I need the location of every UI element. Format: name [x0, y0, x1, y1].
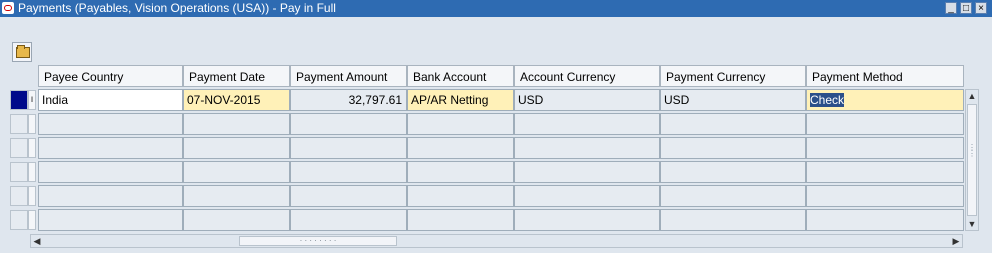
payment-amount-field[interactable] [290, 137, 407, 159]
column-header-account-currency[interactable]: Account Currency [514, 65, 660, 87]
payment-method-field[interactable]: Check [806, 89, 964, 111]
column-header-payee-country[interactable]: Payee Country [38, 65, 183, 87]
payment-method-field[interactable] [806, 209, 964, 231]
vertical-scrollbar[interactable]: ▲ ▼ [965, 89, 979, 231]
row-selector[interactable] [10, 138, 28, 158]
scroll-down-icon[interactable]: ▼ [967, 218, 977, 230]
scroll-up-icon[interactable]: ▲ [967, 90, 977, 102]
column-header-bank-account[interactable]: Bank Account [407, 65, 514, 87]
window-titlebar[interactable]: Payments (Payables, Vision Operations (U… [0, 0, 992, 17]
row-overflow-indicator [28, 186, 36, 206]
bank-account-field[interactable] [407, 161, 514, 183]
account-currency-field[interactable] [514, 137, 660, 159]
row-overflow-indicator [28, 162, 36, 182]
payment-method-selected-text: Check [810, 93, 845, 107]
payee-country-field[interactable] [38, 185, 183, 207]
column-header-payment-currency[interactable]: Payment Currency [660, 65, 806, 87]
payment-amount-field[interactable] [290, 209, 407, 231]
row-selector[interactable] [10, 186, 28, 206]
scroll-right-icon[interactable]: ▶ [950, 235, 962, 247]
payee-country-field[interactable]: India [38, 89, 183, 111]
vertical-grip-icon: ⋮ ⋮ [968, 143, 976, 158]
payee-country-field[interactable] [38, 113, 183, 135]
payment-method-field[interactable] [806, 185, 964, 207]
bank-account-field[interactable] [407, 185, 514, 207]
payment-currency-field[interactable] [660, 209, 806, 231]
payment-amount-field[interactable]: 32,797.61 [290, 89, 407, 111]
maximize-button[interactable]: □ [960, 2, 972, 14]
account-currency-field[interactable] [514, 185, 660, 207]
account-currency-field[interactable] [514, 113, 660, 135]
payment-method-field[interactable] [806, 113, 964, 135]
bank-account-field[interactable] [407, 209, 514, 231]
bank-account-field[interactable]: AP/AR Netting [407, 89, 514, 111]
payment-date-field[interactable] [183, 161, 290, 183]
column-header-payment-date[interactable]: Payment Date [183, 65, 290, 87]
payment-currency-field[interactable] [660, 113, 806, 135]
close-button[interactable]: × [975, 2, 987, 14]
bank-account-field[interactable] [407, 113, 514, 135]
payment-currency-field[interactable] [660, 161, 806, 183]
payment-method-field[interactable] [806, 137, 964, 159]
row-selector-current[interactable] [10, 90, 28, 110]
account-currency-field[interactable] [514, 161, 660, 183]
payment-date-field[interactable]: 07-NOV-2015 [183, 89, 290, 111]
payee-country-field[interactable] [38, 137, 183, 159]
column-header-payment-method[interactable]: Payment Method [806, 65, 964, 87]
bank-account-field[interactable] [407, 137, 514, 159]
minimize-button[interactable]: _ [945, 2, 957, 14]
payee-country-field[interactable] [38, 209, 183, 231]
payment-currency-field[interactable]: USD [660, 89, 806, 111]
row-overflow-indicator [28, 114, 36, 134]
payment-date-field[interactable] [183, 137, 290, 159]
row-overflow-indicator: ı [28, 90, 36, 110]
scroll-left-icon[interactable]: ◀ [31, 235, 43, 247]
payment-method-field[interactable] [806, 161, 964, 183]
row-selector[interactable] [10, 162, 28, 182]
window-title: Payments (Payables, Vision Operations (U… [18, 1, 336, 15]
column-header-payment-amount[interactable]: Payment Amount [290, 65, 407, 87]
payment-currency-field[interactable] [660, 137, 806, 159]
horizontal-grip-icon: · · · · · · · · [299, 236, 337, 245]
oracle-logo-icon [2, 2, 14, 14]
payment-currency-field[interactable] [660, 185, 806, 207]
payment-date-field[interactable] [183, 209, 290, 231]
vertical-scroll-thumb[interactable] [967, 104, 977, 216]
horizontal-scrollbar[interactable]: ◀ · · · · · · · · ▶ [30, 234, 963, 248]
row-selector[interactable] [10, 114, 28, 134]
account-currency-field[interactable] [514, 209, 660, 231]
payment-amount-field[interactable] [290, 113, 407, 135]
payment-date-field[interactable] [183, 185, 290, 207]
payment-amount-field[interactable] [290, 185, 407, 207]
horizontal-scroll-thumb[interactable]: · · · · · · · · [239, 236, 397, 246]
row-overflow-indicator [28, 210, 36, 230]
account-currency-field[interactable]: USD [514, 89, 660, 111]
payment-date-field[interactable] [183, 113, 290, 135]
payment-amount-field[interactable] [290, 161, 407, 183]
open-folder-button[interactable] [12, 42, 32, 62]
row-overflow-indicator [28, 138, 36, 158]
row-selector[interactable] [10, 210, 28, 230]
folder-open-icon [16, 45, 30, 58]
payee-country-field[interactable] [38, 161, 183, 183]
